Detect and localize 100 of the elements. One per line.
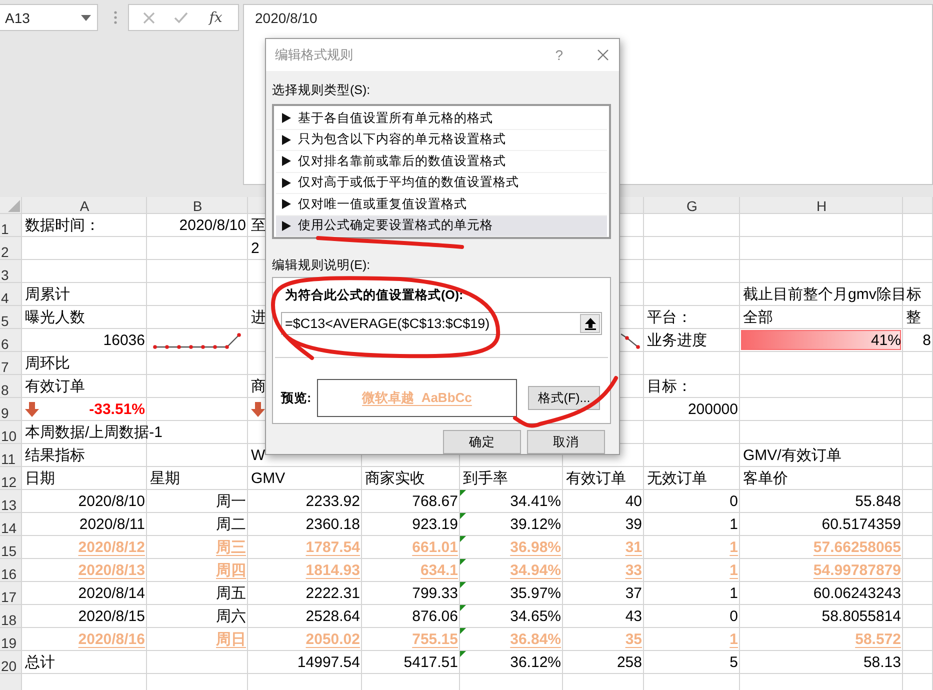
table-cell: 星期 <box>150 469 180 488</box>
table-cell: 634.1 <box>420 562 458 579</box>
table-cell: 周累计 <box>25 285 70 304</box>
table-cell: 200000 <box>688 401 738 418</box>
table-cell: 8 <box>922 332 931 349</box>
table-cell: 平台： <box>647 308 692 327</box>
table-cell: 0 <box>730 493 738 510</box>
table-cell: 799.33 <box>412 585 458 602</box>
table-cell: 2020/8/10 <box>179 217 246 234</box>
table-cell: 2020/8/12 <box>78 539 145 556</box>
table-cell: 客单价 <box>743 469 788 488</box>
table-cell: 进 <box>251 308 266 327</box>
row-header: 15 <box>1 543 17 559</box>
table-cell: 至 <box>251 216 266 235</box>
table-cell: 商 <box>251 377 266 396</box>
row-header: 5 <box>1 313 9 329</box>
table-cell: 全部 <box>743 308 773 327</box>
row-header: 3 <box>1 267 9 283</box>
table-cell: 60.5174359 <box>822 516 901 533</box>
row-header: 13 <box>1 497 17 513</box>
table-cell: 37 <box>625 585 642 602</box>
table-cell: 40 <box>625 493 642 510</box>
row-header: 6 <box>1 336 9 352</box>
dialog-title: 编辑格式规则 <box>275 46 354 64</box>
table-cell: 36.12% <box>510 654 561 671</box>
table-cell: 39 <box>625 516 642 533</box>
table-cell: 923.19 <box>412 516 458 533</box>
row-header: 18 <box>1 612 17 628</box>
column-header: B <box>192 198 202 214</box>
row-header: 9 <box>1 405 9 421</box>
table-cell: 55.848 <box>855 493 901 510</box>
table-cell: 1 <box>730 516 738 533</box>
table-cell: 14997.54 <box>297 654 360 671</box>
table-cell: 日期 <box>25 469 55 488</box>
table-cell: -33.51% <box>89 401 145 418</box>
row-header: 14 <box>1 520 17 536</box>
row-header: 10 <box>1 428 17 444</box>
table-cell: 34.94% <box>510 562 561 579</box>
table-cell: 2020/8/15 <box>78 608 145 625</box>
table-cell: 周日 <box>216 630 246 649</box>
table-cell: 16036 <box>103 332 145 349</box>
table-cell: 整 <box>906 308 921 327</box>
table-cell: 1787.54 <box>306 539 360 556</box>
table-cell: 0 <box>730 608 738 625</box>
row-header: 2 <box>1 244 9 260</box>
table-cell: 无效订单 <box>647 469 707 488</box>
table-cell: 本周数据/上周数据-1 <box>25 423 163 442</box>
table-cell: 35.97% <box>510 585 561 602</box>
table-cell: 周二 <box>216 515 246 534</box>
table-cell: 58.13 <box>863 654 901 671</box>
table-cell: 58.572 <box>855 631 901 648</box>
table-cell: GMV/有效订单 <box>743 446 842 465</box>
table-cell: 1 <box>730 539 738 556</box>
table-cell: 周环比 <box>25 354 70 373</box>
table-cell: 2528.64 <box>306 608 360 625</box>
table-cell: 58.8055814 <box>822 608 901 625</box>
table-cell: 36.84% <box>510 631 561 648</box>
table-cell: 曝光人数 <box>25 308 85 327</box>
table-cell: 41% <box>870 332 901 349</box>
table-cell: 到手率 <box>463 469 508 488</box>
table-cell: 2360.18 <box>306 516 360 533</box>
formula-label: 为符合此公式的值设置格式(O): <box>284 288 464 302</box>
table-cell: 2020/8/16 <box>78 631 145 648</box>
row-header: 7 <box>1 359 9 375</box>
table-cell: 2222.31 <box>306 585 360 602</box>
table-cell: 39.12% <box>510 516 561 533</box>
table-cell: 2 <box>251 240 260 257</box>
table-cell: 周三 <box>216 538 246 557</box>
row-header: 12 <box>1 474 17 490</box>
table-cell: W <box>251 447 266 464</box>
table-cell: 60.06243243 <box>813 585 901 602</box>
table-cell: 有效订单 <box>25 377 85 396</box>
table-cell: 目标： <box>647 377 692 396</box>
preview-text: 微软卓越 AaBbCc <box>362 389 472 407</box>
table-cell: 33 <box>625 562 642 579</box>
table-cell: 数据时间： <box>25 216 100 235</box>
column-header: A <box>80 198 90 214</box>
table-cell: 周四 <box>216 561 246 580</box>
table-cell: 34.65% <box>510 608 561 625</box>
table-cell: 661.01 <box>412 539 458 556</box>
table-cell: 36.98% <box>510 539 561 556</box>
table-cell: GMV <box>251 470 286 487</box>
table-cell: 2050.02 <box>306 631 360 648</box>
table-cell: 周五 <box>216 584 246 603</box>
table-cell: 755.15 <box>412 631 458 648</box>
table-cell: 54.99787879 <box>813 562 901 579</box>
preview-label: 预览: <box>281 390 312 406</box>
table-cell: 结果指标 <box>25 446 85 465</box>
table-cell: 43 <box>625 608 642 625</box>
column-header: G <box>686 198 698 214</box>
row-header: 11 <box>1 451 16 467</box>
table-cell: 周一 <box>216 492 246 511</box>
table-cell: 5 <box>730 654 738 671</box>
table-cell: 876.06 <box>412 608 458 625</box>
table-cell: 1 <box>730 562 738 579</box>
table-cell: 总计 <box>25 653 55 672</box>
row-header: 8 <box>1 382 9 398</box>
table-cell: 业务进度 <box>647 331 707 350</box>
table-cell: 34.41% <box>510 493 561 510</box>
section-label: 选择规则类型(S): <box>272 83 372 97</box>
